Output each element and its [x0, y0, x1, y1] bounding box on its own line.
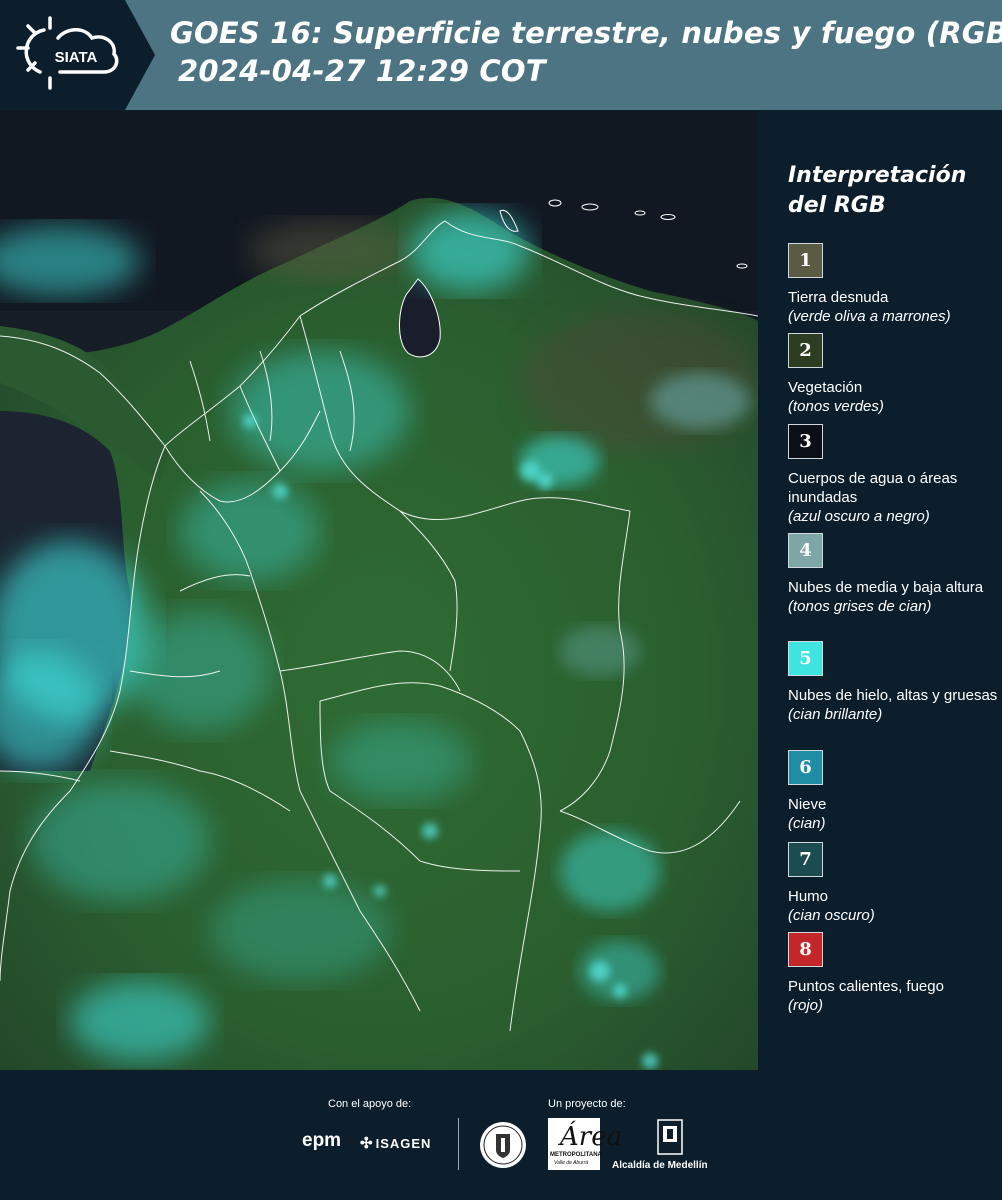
legend-item-smoke: 7 Humo (cian oscuro): [788, 842, 998, 925]
legend-sub: (rojo): [788, 997, 824, 1014]
legend-item-fire: 8 Puntos calientes, fuego (rojo): [788, 932, 998, 1015]
alcaldia-medellin-label: Alcaldía de Medellín: [612, 1160, 708, 1171]
page-title: GOES 16: Superficie terrestre, nubes y f…: [170, 14, 1002, 90]
area-metropolitana-logo: Área METROPOLITANA Valle de Aburrá: [548, 1118, 622, 1170]
project-label: Un proyecto de:: [548, 1098, 626, 1110]
title-timestamp: 2024-04-27 12:29 COT: [178, 54, 546, 88]
legend-sub: (cian oscuro): [788, 907, 875, 924]
legend-sub: (tonos grises de cian): [788, 598, 932, 615]
legend-item-bare-soil: 1 Tierra desnuda (verde oliva a marrones…: [788, 243, 998, 326]
siata-logo: SIATA: [0, 0, 155, 110]
legend-sub: (azul oscuro a negro): [788, 508, 930, 525]
medellin-coat-of-arms-icon: [640, 1118, 700, 1161]
legend-swatch: 8: [788, 932, 823, 967]
legend-label: Puntos calientes, fuego: [788, 978, 944, 995]
legend-title: Interpretación del RGB: [788, 163, 967, 218]
title-line-1: GOES 16: Superficie terrestre, nubes y f…: [170, 16, 1002, 50]
isagen-logo: ✣ ISAGEN: [360, 1135, 432, 1152]
footer: Con el apoyo de: Un proyecto de: epm ✣ IS…: [0, 1070, 1002, 1200]
legend-label: Nubes de hielo, altas y gruesas: [788, 687, 998, 704]
legend-item-water: 3 Cuerpos de agua o áreas inundadas (azu…: [788, 424, 998, 526]
legend-sub: (cian brillante): [788, 706, 883, 723]
legend-label: Nieve: [788, 796, 827, 813]
legend-label: Nubes de media y baja altura: [788, 579, 984, 596]
legend-item-vegetation: 2 Vegetación (tonos verdes): [788, 333, 998, 416]
legend-sub: (tonos verdes): [788, 398, 884, 415]
legend-item-snow: 6 Nieve (cian): [788, 750, 998, 833]
legend-swatch: 3: [788, 424, 823, 459]
legend-sub: (verde oliva a marrones): [788, 308, 951, 325]
footer-divider: [458, 1118, 459, 1170]
legend-label: Cuerpos de agua o áreas inundadas: [788, 470, 958, 506]
legend-item-ice-clouds: 5 Nubes de hielo, altas y gruesas (cian …: [788, 641, 998, 724]
support-label: Con el apoyo de:: [328, 1098, 412, 1110]
legend-swatch: 1: [788, 243, 823, 278]
isagen-symbol-icon: ✣: [360, 1135, 374, 1152]
legend-label: Tierra desnuda: [788, 289, 889, 306]
legend-item-low-clouds: 4 Nubes de media y baja altura (tonos gr…: [788, 533, 998, 616]
legend-swatch: 4: [788, 533, 823, 568]
legend-label: Humo: [788, 888, 829, 905]
legend-swatch: 2: [788, 333, 823, 368]
legend-sub: (cian): [788, 815, 826, 832]
epm-logo: epm: [302, 1130, 342, 1151]
legend-swatch: 5: [788, 641, 823, 676]
rgb-legend-panel: Interpretación del RGB 1 Tierra desnuda …: [760, 111, 1002, 1070]
university-seal-icon: [478, 1120, 528, 1175]
header-bar: SIATA GOES 16: Superficie terrestre, nub…: [0, 0, 1002, 110]
legend-swatch: 7: [788, 842, 823, 877]
satellite-rgb-map: [0, 111, 758, 1070]
svg-text:SIATA: SIATA: [55, 49, 98, 66]
legend-label: Vegetación: [788, 379, 863, 396]
legend-swatch: 6: [788, 750, 823, 785]
